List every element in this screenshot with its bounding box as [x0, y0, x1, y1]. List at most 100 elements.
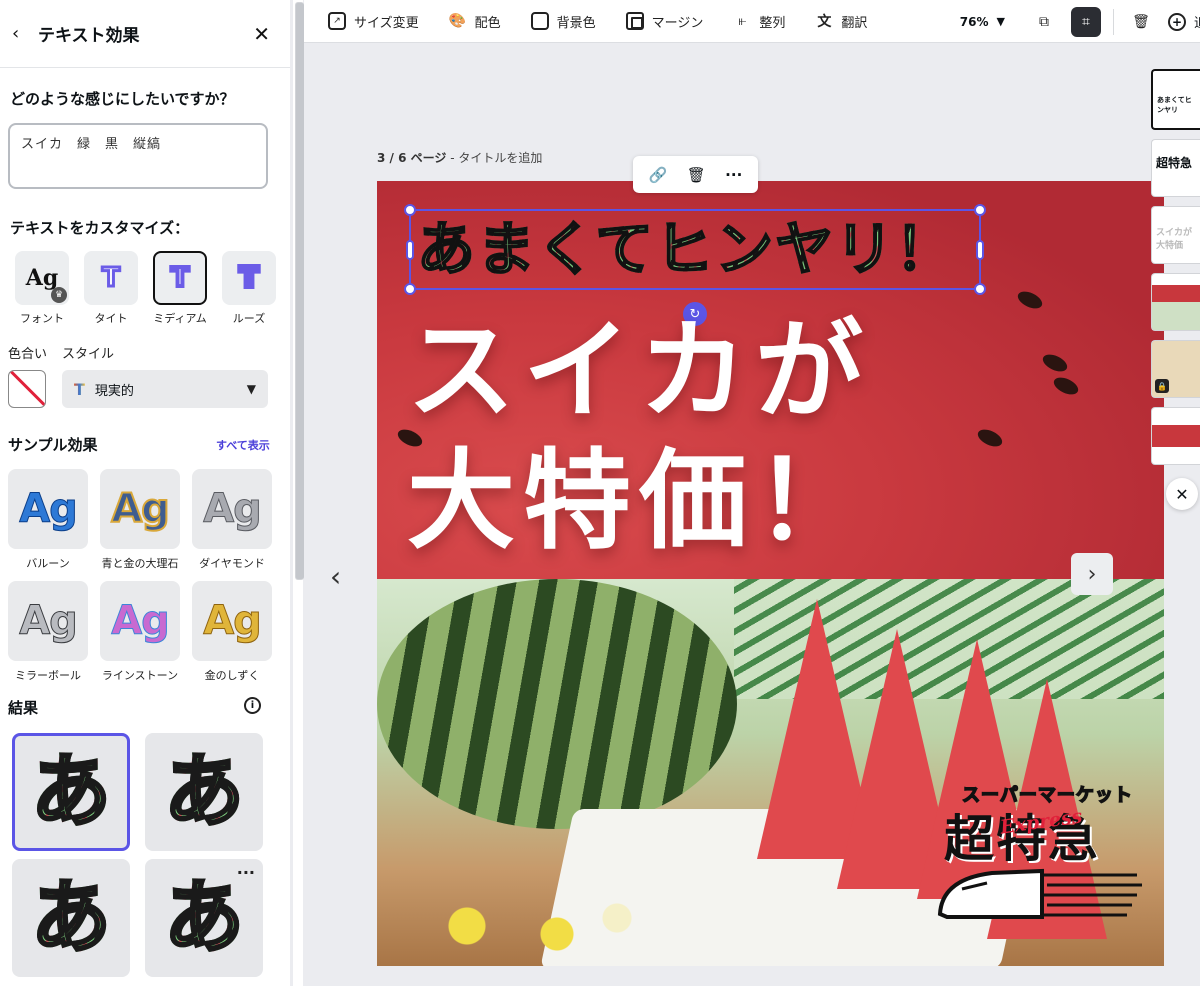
sample-balloon[interactable]: Ag バルーン	[8, 469, 88, 571]
element-mini-toolbar: 🔗 🗑 ···	[633, 156, 758, 193]
customize-font[interactable]: Ag ♛ フォント	[8, 251, 76, 326]
page-thumbnail[interactable]	[1151, 273, 1200, 331]
sample-label: 青と金の大理石	[101, 557, 179, 570]
page-thumbnail[interactable]: スイカが大特価	[1151, 206, 1200, 264]
sample-mirror-ball[interactable]: Ag ミラーボール	[8, 581, 88, 683]
align-icon: ⫦	[738, 13, 747, 29]
design-page[interactable]: あまくてヒンヤリ！ ↻ スイカが 大特価！ スーパーマーケット 超特急 Expr…	[377, 181, 1164, 966]
resize-handle-left[interactable]	[406, 240, 414, 260]
trash-icon[interactable]: 🗑	[1126, 7, 1156, 37]
customize-medium[interactable]: T ミディアム	[146, 251, 214, 326]
align-button[interactable]: ⫦ 整列	[733, 12, 785, 31]
chevron-down-icon[interactable]: ▼	[997, 15, 1005, 28]
trash-icon[interactable]: 🗑	[687, 166, 706, 184]
add-page-title-link[interactable]: タイトルを追加	[458, 151, 542, 165]
question-label: どのような感じにしたいですか？	[10, 90, 235, 108]
bullet-train-icon	[937, 868, 1142, 919]
main-title[interactable]: スイカが 大特価！	[407, 306, 871, 566]
translate-button[interactable]: 文 翻訳	[815, 12, 867, 31]
next-page-chevron-icon[interactable]: ›	[1071, 553, 1113, 595]
loose-tile[interactable]: T	[222, 251, 276, 305]
selection-box[interactable]	[404, 204, 986, 295]
margin-icon	[625, 12, 644, 30]
scrollbar-thumb[interactable]	[295, 2, 304, 580]
sample-gold-drip[interactable]: Ag 金のしずく	[192, 581, 272, 683]
customize-tight[interactable]: T タイト	[77, 251, 145, 326]
font-tile[interactable]: Ag ♛	[15, 251, 69, 305]
panel-header: ‹ テキスト効果 ✕	[0, 0, 290, 68]
color-label: 色合い	[8, 347, 48, 362]
resize-handle-tl[interactable]	[404, 204, 416, 216]
effect-prompt-input[interactable]: スイカ 緑 黒 縦縞	[8, 123, 268, 189]
resize-button[interactable]: ↗ サイズ変更	[328, 12, 419, 31]
page-thumbnails: あまくてヒンヤリ 超特急 スイカが大特価 🔒	[1151, 69, 1200, 474]
supermarket-logo[interactable]: スーパーマーケット 超特急 Express	[932, 781, 1147, 941]
seed	[975, 426, 1005, 450]
more-options-icon[interactable]: ···	[237, 863, 255, 882]
seed	[1051, 374, 1081, 398]
sample-tile[interactable]: Ag	[100, 581, 180, 661]
toolbar-label: 整列	[759, 15, 786, 31]
color-swatch-none[interactable]	[8, 370, 46, 408]
resize-handle-right[interactable]	[976, 240, 984, 260]
customize-options: Ag ♛ フォント T タイト T ミディアム T ルーズ	[8, 251, 284, 326]
medium-tile[interactable]: T	[153, 251, 207, 305]
sample-preview: Ag	[19, 598, 79, 645]
customize-label: タイト	[94, 312, 128, 325]
medium-outline-icon: T	[169, 261, 191, 295]
close-icon[interactable]: ✕	[253, 22, 270, 46]
result-option[interactable]: あ	[12, 733, 130, 851]
result-option[interactable]: あ	[145, 733, 263, 851]
sample-tile[interactable]: Ag	[100, 469, 180, 549]
toolbar-label: 配色	[474, 15, 501, 31]
crown-icon: ♛	[51, 287, 67, 303]
info-icon[interactable]: i	[244, 697, 261, 714]
prev-page-chevron-icon[interactable]: ‹	[330, 560, 341, 593]
sample-tile[interactable]: Ag	[192, 469, 272, 549]
resize-handle-bl[interactable]	[404, 283, 416, 295]
sample-tile[interactable]: Ag	[8, 469, 88, 549]
toolbar-divider	[1112, 8, 1114, 35]
sample-preview: Ag	[203, 598, 263, 645]
zoom-level[interactable]: 76%	[960, 15, 989, 29]
page-thumbnail[interactable]: 🔒	[1151, 340, 1200, 398]
result-option[interactable]: あ ···	[145, 859, 263, 977]
style-dropdown[interactable]: T 現実的 ▼	[62, 370, 268, 408]
see-all-link[interactable]: すべて表示	[216, 437, 270, 453]
sample-preview: Ag	[203, 486, 263, 533]
page-thumbnail[interactable]: あまくてヒンヤリ	[1151, 69, 1200, 130]
add-page-button[interactable]: + 追加	[1167, 12, 1200, 31]
sample-tile[interactable]: Ag	[192, 581, 272, 661]
color-scheme-button[interactable]: 🎨 配色	[449, 12, 501, 31]
tight-tile[interactable]: T	[84, 251, 138, 305]
thumbnail-text: あまくてヒンヤリ	[1157, 96, 1192, 114]
resize-handle-tr[interactable]	[974, 204, 986, 216]
title-line-2: 大特価！	[407, 438, 872, 564]
result-preview: あ	[163, 745, 246, 838]
yellow-flowers	[377, 886, 677, 966]
resize-handle-br[interactable]	[974, 283, 986, 295]
link-icon[interactable]: 🔗	[649, 166, 668, 184]
back-chevron-icon[interactable]: ‹	[12, 23, 34, 44]
translate-icon: 文	[817, 14, 832, 30]
seed	[1040, 351, 1070, 375]
close-thumbnails-icon[interactable]: ✕	[1166, 478, 1198, 510]
pages-count-icon[interactable]: ⧉	[1029, 7, 1059, 37]
customize-loose[interactable]: T ルーズ	[215, 251, 283, 326]
page-thumbnail[interactable]	[1151, 407, 1200, 465]
sample-effects-title: サンプル効果	[8, 436, 98, 454]
toolbar-label: サイズ変更	[354, 15, 419, 31]
sample-label: ミラーボール	[15, 669, 81, 682]
page-thumbnail[interactable]: 超特急	[1151, 139, 1200, 197]
more-options-icon[interactable]: ···	[725, 166, 742, 184]
sample-blue-gold-marble[interactable]: Ag 青と金の大理石	[100, 469, 180, 571]
sample-diamond[interactable]: Ag ダイヤモンド	[192, 469, 272, 571]
panel-scrollbar[interactable]	[293, 0, 304, 986]
sample-tile[interactable]: Ag	[8, 581, 88, 661]
sample-rhinestone[interactable]: Ag ラインストーン	[100, 581, 180, 683]
result-option[interactable]: あ	[12, 859, 130, 977]
grid-view-icon[interactable]: ⌗	[1070, 6, 1101, 37]
margin-button[interactable]: マージン	[625, 12, 703, 31]
background-color-button[interactable]: 背景色	[530, 12, 596, 31]
page-indicator: 3 / 6 ページ - タイトルを追加	[377, 151, 543, 165]
